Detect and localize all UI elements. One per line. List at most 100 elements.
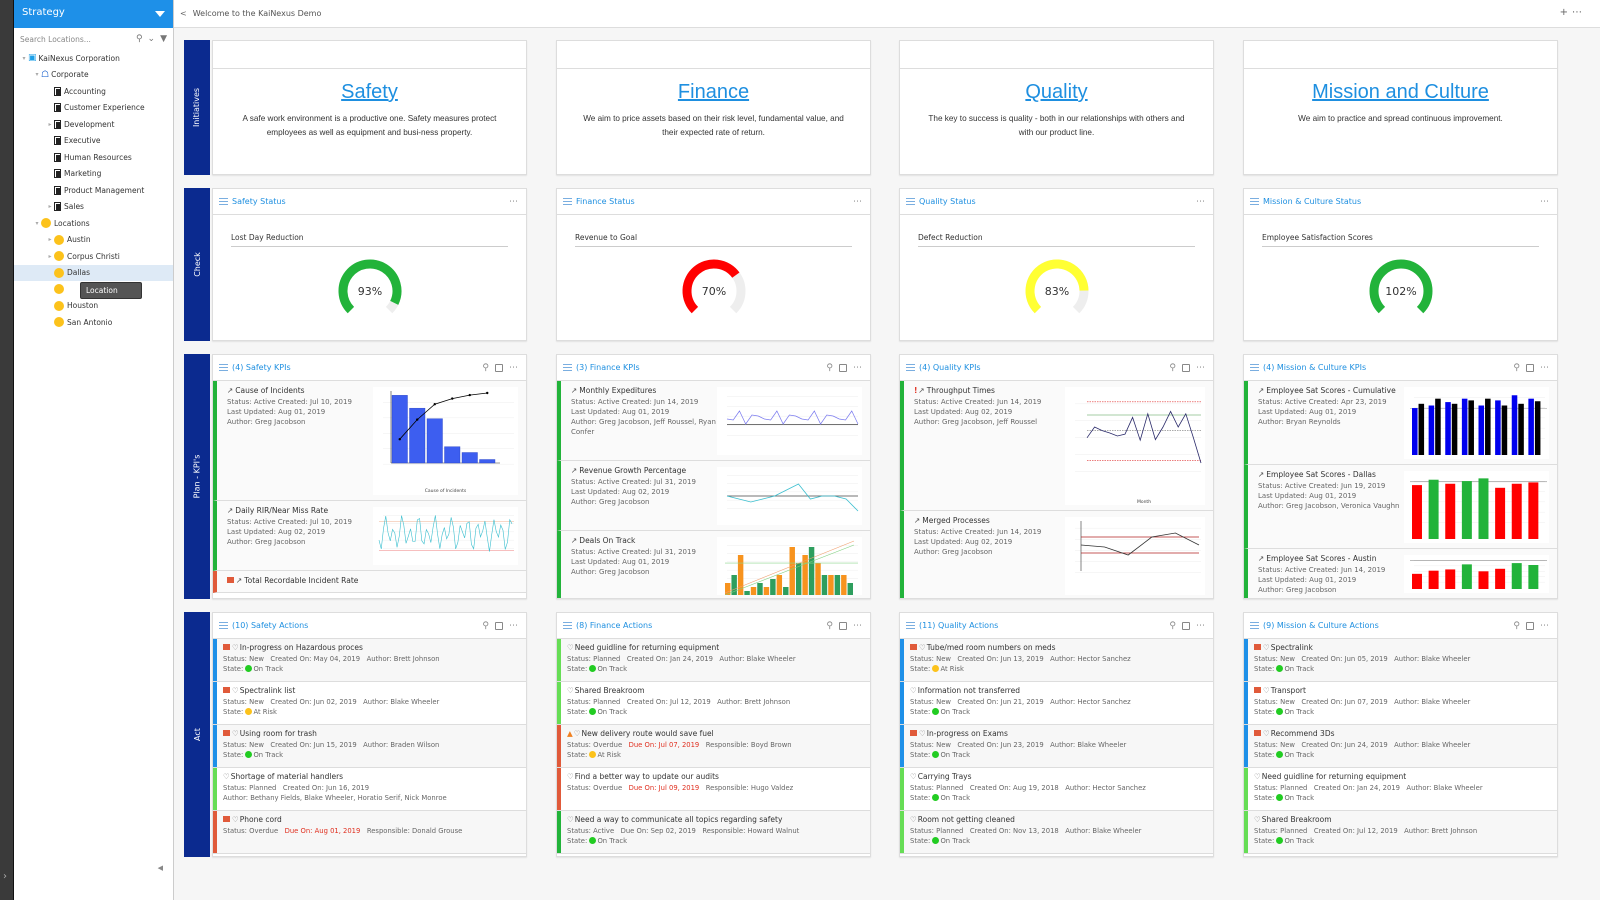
copy-icon[interactable]	[839, 363, 847, 372]
kpi-name[interactable]: Revenue Growth Percentage	[579, 466, 686, 475]
search-icon[interactable]: ⚲	[482, 363, 489, 373]
card-title-link[interactable]: (9) Mission & Culture Actions	[1263, 621, 1379, 630]
kpi-name[interactable]: Employee Sat Scores - Dallas	[1266, 470, 1376, 479]
action-item[interactable]: ♡Transport Status: New Created On: Jun 07…	[1244, 682, 1557, 725]
copy-icon[interactable]	[1526, 621, 1534, 630]
action-item[interactable]: ♡Find a better way to update our audits S…	[557, 768, 870, 811]
action-item[interactable]: ♡Need a way to communicate all topics re…	[557, 811, 870, 854]
initiative-title-link[interactable]: Safety	[213, 81, 526, 104]
breadcrumb-back-link[interactable]: Welcome to the KaiNexus Demo	[193, 9, 322, 18]
expand-rail-icon[interactable]: ›	[3, 871, 7, 882]
action-name[interactable]: Spectralink list	[240, 686, 296, 695]
card-title-link[interactable]: (11) Quality Actions	[919, 621, 998, 630]
action-item[interactable]: ♡Shared Breakroom Status: Planned Created…	[557, 682, 870, 725]
more-options-icon[interactable]: ⋯	[1196, 363, 1205, 373]
action-item[interactable]: ♡Shared Breakroom Status: Planned Created…	[1244, 811, 1557, 854]
more-options-icon[interactable]: ⋯	[509, 197, 518, 207]
initiative-title-link[interactable]: Mission and Culture	[1244, 81, 1557, 104]
expand-toggle-icon[interactable]: ▸	[46, 121, 54, 128]
kpi-name[interactable]: Monthly Expeditures	[579, 386, 656, 395]
search-icon[interactable]: ⚲	[1169, 621, 1176, 631]
kpi-item[interactable]: ↗ Employee Sat Scores - Dallas Status: Act…	[1244, 465, 1557, 549]
search-icon[interactable]: ⚲	[1513, 363, 1520, 373]
action-item[interactable]: ♡Phone cord Status: Overdue Due On: Aug 0…	[213, 811, 526, 854]
card-title-link[interactable]: (4) Mission & Culture KPIs	[1263, 363, 1366, 372]
copy-icon[interactable]	[495, 621, 503, 630]
kpi-item[interactable]: ↗ Revenue Growth Percentage Status: Active…	[557, 461, 870, 531]
kpi-item[interactable]: ↗ Merged Processes Status: Active Created:…	[900, 511, 1213, 598]
action-item[interactable]: ♡Spectralink list Status: New Created On:…	[213, 682, 526, 725]
search-icon[interactable]: ⚲	[1513, 621, 1520, 631]
action-name[interactable]: Spectralink	[1271, 643, 1313, 652]
collapse-toggle-icon[interactable]: ▾	[33, 220, 41, 227]
copy-icon[interactable]	[495, 363, 503, 372]
tree-item[interactable]: Human Resources	[14, 149, 173, 166]
kpi-name[interactable]: Daily RIR/Near Miss Rate	[235, 506, 328, 515]
more-options-icon[interactable]: ⋯	[853, 363, 862, 373]
tree-item[interactable]: ▾ Locations	[14, 215, 173, 232]
action-item[interactable]: ♡Spectralink Status: New Created On: Jun …	[1244, 639, 1557, 682]
tree-item[interactable]: ▾ ☖ Corporate	[14, 67, 173, 84]
card-title-link[interactable]: Safety Status	[232, 197, 286, 206]
action-item[interactable]: ♡Information not transferred Status: New …	[900, 682, 1213, 725]
search-icon[interactable]: ⚲	[826, 621, 833, 631]
action-name[interactable]: Need guidline for returning equipment	[1262, 772, 1406, 781]
kpi-item[interactable]: ↗ Cause of Incidents Status: Active Create…	[213, 381, 526, 501]
more-options-icon[interactable]: ⋯	[1540, 621, 1549, 631]
initiative-title-link[interactable]: Quality	[900, 81, 1213, 104]
more-options-icon[interactable]: ⋯	[853, 621, 862, 631]
search-icon[interactable]: ⚲	[826, 363, 833, 373]
kpi-item[interactable]: ↗ Employee Sat Scores - Austin Status: Act…	[1244, 549, 1557, 598]
filter-icon[interactable]: ▼	[160, 34, 167, 44]
action-name[interactable]: Need a way to communicate all topics reg…	[575, 815, 783, 824]
copy-icon[interactable]	[1182, 363, 1190, 372]
kpi-item[interactable]: ↗ Total Recordable Incident Rate	[213, 571, 526, 593]
chevron-down-icon[interactable]: ⌄	[148, 34, 156, 44]
tree-item[interactable]: Dallas	[14, 264, 173, 281]
card-title-link[interactable]: Finance Status	[576, 197, 635, 206]
kpi-name[interactable]: Employee Sat Scores - Cumulative	[1266, 386, 1395, 395]
action-item[interactable]: ♡Need guidline for returning equipment St…	[557, 639, 870, 682]
search-input[interactable]: Search Locations...	[20, 35, 131, 44]
location-search[interactable]: Search Locations... ⚲ ⌄ ▼	[14, 28, 173, 50]
more-options-icon[interactable]: ⋯	[1196, 197, 1205, 207]
more-options-icon[interactable]: ⋯	[1572, 7, 1586, 18]
action-name[interactable]: Shortage of material handlers	[231, 772, 343, 781]
action-name[interactable]: Need guidline for returning equipment	[575, 643, 719, 652]
kpi-name[interactable]: Total Recordable Incident Rate	[244, 576, 358, 585]
more-options-icon[interactable]: ⋯	[509, 363, 518, 373]
kpi-item[interactable]: ↗ Employee Sat Scores - Cumulative Status:…	[1244, 381, 1557, 465]
tree-item[interactable]: Product Management	[14, 182, 173, 199]
action-name[interactable]: Tube/med room numbers on meds	[927, 643, 1056, 652]
action-item[interactable]: ♡Shortage of material handlers Status: Pl…	[213, 768, 526, 811]
action-name[interactable]: New delivery route would save fuel	[582, 729, 714, 738]
kpi-name[interactable]: Merged Processes	[922, 516, 990, 525]
collapse-sidebar-icon[interactable]: ◀	[158, 864, 163, 872]
kpi-item[interactable]: ↗ Daily RIR/Near Miss Rate Status: Active …	[213, 501, 526, 571]
action-name[interactable]: Shared Breakroom	[575, 686, 645, 695]
more-options-icon[interactable]: ⋯	[853, 197, 862, 207]
tree-item[interactable]: Customer Experience	[14, 100, 173, 117]
action-name[interactable]: Find a better way to update our audits	[575, 772, 719, 781]
tree-item[interactable]: Marketing	[14, 166, 173, 183]
collapse-toggle-icon[interactable]: ▾	[33, 71, 41, 78]
action-name[interactable]: In-progress on Hazardous proces	[240, 643, 363, 652]
strategy-dropdown[interactable]: Strategy	[14, 0, 173, 28]
card-title-link[interactable]: (4) Quality KPIs	[919, 363, 981, 372]
action-item[interactable]: ♡In-progress on Exams Status: New Created…	[900, 725, 1213, 768]
expand-toggle-icon[interactable]: ▸	[46, 236, 54, 243]
tree-item[interactable]: ▸ Sales	[14, 199, 173, 216]
action-name[interactable]: Phone cord	[240, 815, 282, 824]
card-title-link[interactable]: (10) Safety Actions	[232, 621, 308, 630]
action-item[interactable]: ♡Tube/med room numbers on meds Status: Ne…	[900, 639, 1213, 682]
action-name[interactable]: Room not getting cleaned	[918, 815, 1015, 824]
more-options-icon[interactable]: ⋯	[1196, 621, 1205, 631]
copy-icon[interactable]	[839, 621, 847, 630]
tree-item[interactable]: Accounting	[14, 83, 173, 100]
back-chevron-icon[interactable]: <	[180, 9, 187, 18]
action-name[interactable]: Information not transferred	[918, 686, 1020, 695]
kpi-name[interactable]: Throughput Times	[927, 386, 995, 395]
action-item[interactable]: ▲♡New delivery route would save fuel Stat…	[557, 725, 870, 768]
card-title-link[interactable]: (3) Finance KPIs	[576, 363, 640, 372]
action-name[interactable]: Recommend 3Ds	[1271, 729, 1335, 738]
